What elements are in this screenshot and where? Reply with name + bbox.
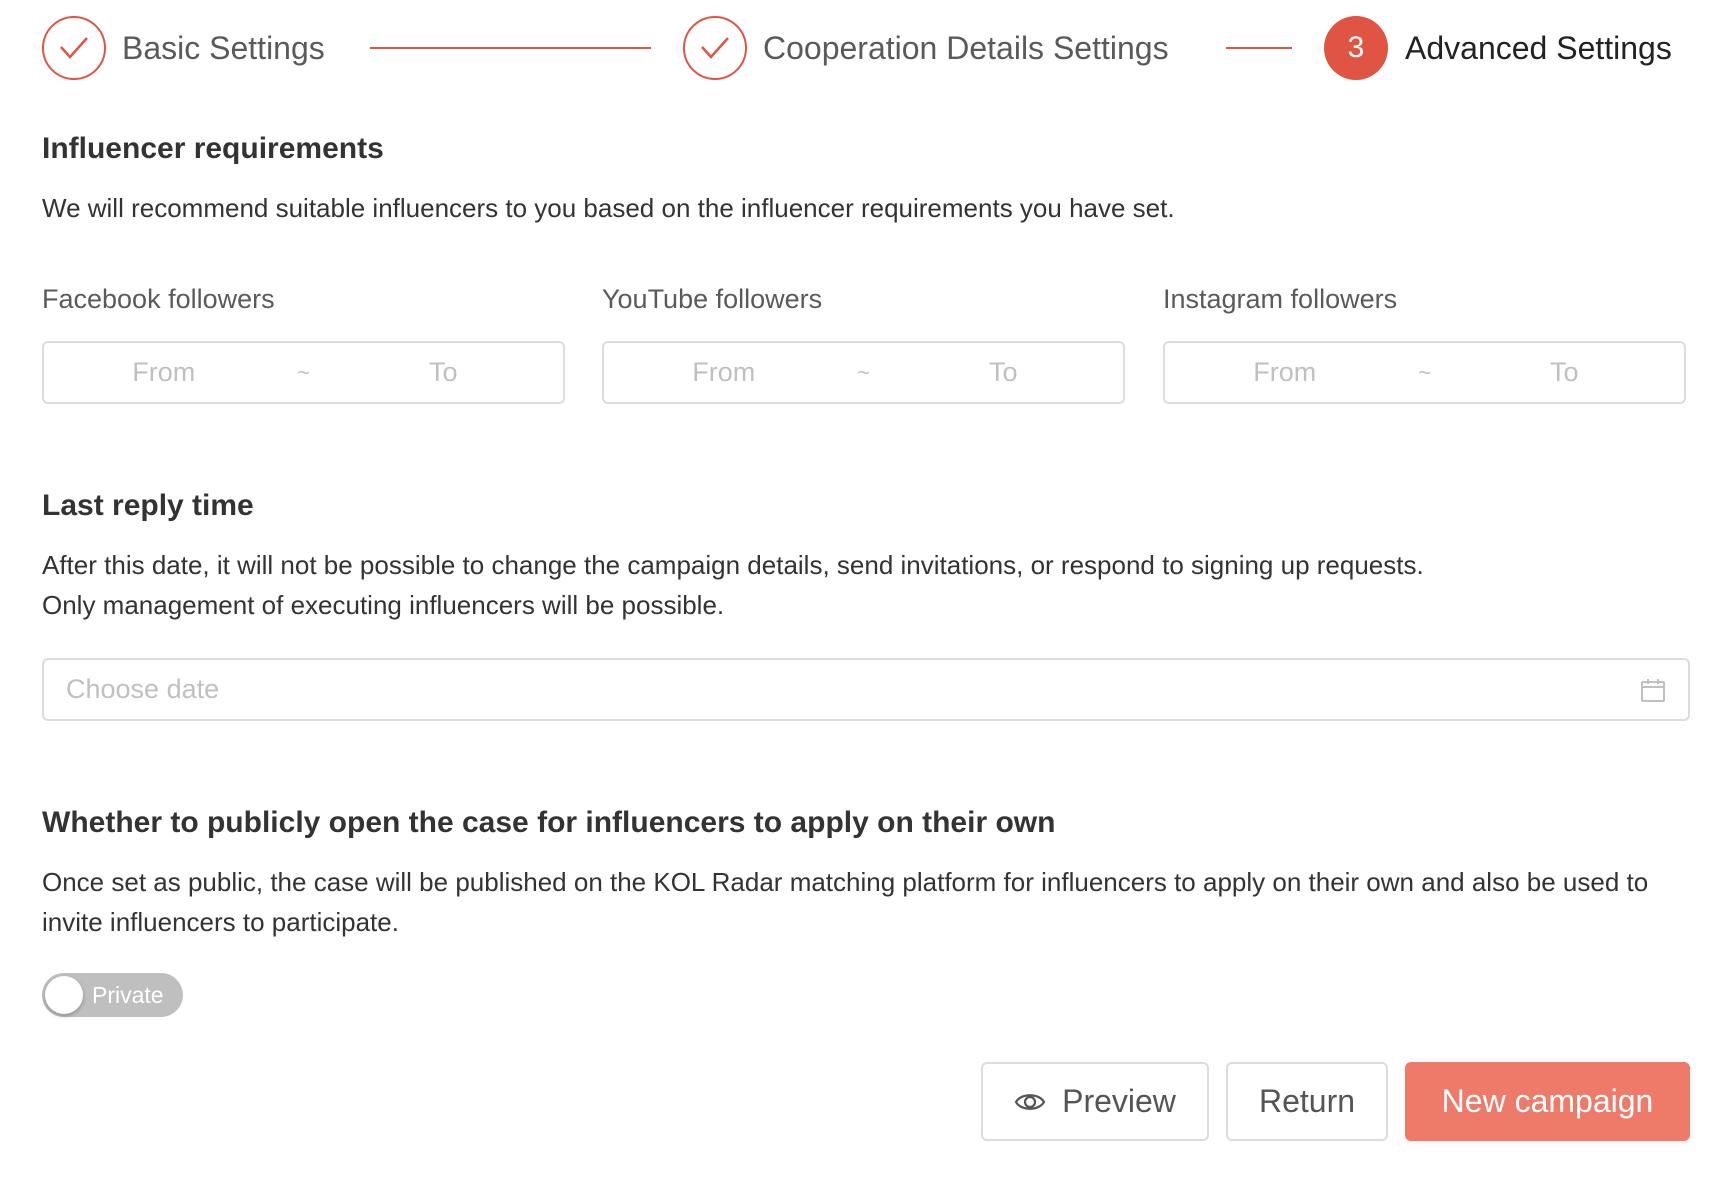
instagram-to-input[interactable]: To	[1445, 357, 1685, 388]
last-reply-date-picker[interactable]: Choose date	[42, 658, 1690, 721]
description-line: After this date, it will not be possible…	[42, 550, 1424, 580]
step-3-label: Advanced Settings	[1405, 30, 1672, 66]
range-separator: ~	[297, 359, 310, 385]
youtube-followers-range[interactable]: From ~ To	[602, 341, 1125, 404]
facebook-to-input[interactable]: To	[324, 357, 564, 388]
step-2-indicator	[683, 16, 747, 80]
step-2-label: Cooperation Details Settings	[763, 30, 1169, 66]
influencer-requirements-description: We will recommend suitable influencers t…	[42, 193, 1175, 223]
preview-button[interactable]: Preview	[981, 1062, 1209, 1141]
instagram-followers-label: Instagram followers	[1163, 284, 1398, 314]
range-separator: ~	[1418, 359, 1431, 385]
facebook-from-input[interactable]: From	[44, 357, 284, 388]
new-campaign-button[interactable]: New campaign	[1405, 1062, 1690, 1141]
check-icon	[701, 37, 729, 59]
youtube-followers-label: YouTube followers	[602, 284, 823, 314]
calendar-icon[interactable]	[1640, 677, 1666, 703]
toggle-label: Private	[92, 982, 164, 1008]
check-icon	[60, 37, 88, 59]
youtube-from-input[interactable]: From	[604, 357, 844, 388]
eye-icon	[1014, 1091, 1046, 1113]
public-case-description: Once set as public, the case will be pub…	[42, 867, 1649, 937]
public-case-title: Whether to publicly open the case for in…	[42, 806, 1056, 839]
range-separator: ~	[857, 359, 870, 385]
step-connector-1	[370, 47, 651, 49]
return-button[interactable]: Return	[1226, 1062, 1388, 1141]
facebook-followers-range[interactable]: From ~ To	[42, 341, 565, 404]
step-3-indicator: 3	[1324, 16, 1388, 80]
instagram-from-input[interactable]: From	[1165, 357, 1405, 388]
preview-label: Preview	[1062, 1083, 1176, 1119]
step-1-label: Basic Settings	[122, 30, 325, 66]
toggle-knob[interactable]	[45, 976, 83, 1014]
step-1-indicator	[42, 16, 106, 80]
facebook-followers-label: Facebook followers	[42, 284, 275, 314]
progress-steps: Basic Settings Cooperation Details Setti…	[42, 16, 1690, 80]
step-connector-2	[1226, 47, 1292, 49]
instagram-followers-range[interactable]: From ~ To	[1163, 341, 1686, 404]
last-reply-time-description: After this date, it will not be possible…	[42, 545, 1692, 625]
influencer-requirements-title: Influencer requirements	[42, 132, 384, 165]
last-reply-time-title: Last reply time	[42, 489, 254, 522]
youtube-to-input[interactable]: To	[884, 357, 1124, 388]
public-private-toggle[interactable]: Private	[42, 973, 183, 1017]
date-placeholder: Choose date	[66, 674, 220, 704]
description-line: Only management of executing influencers…	[42, 590, 725, 620]
